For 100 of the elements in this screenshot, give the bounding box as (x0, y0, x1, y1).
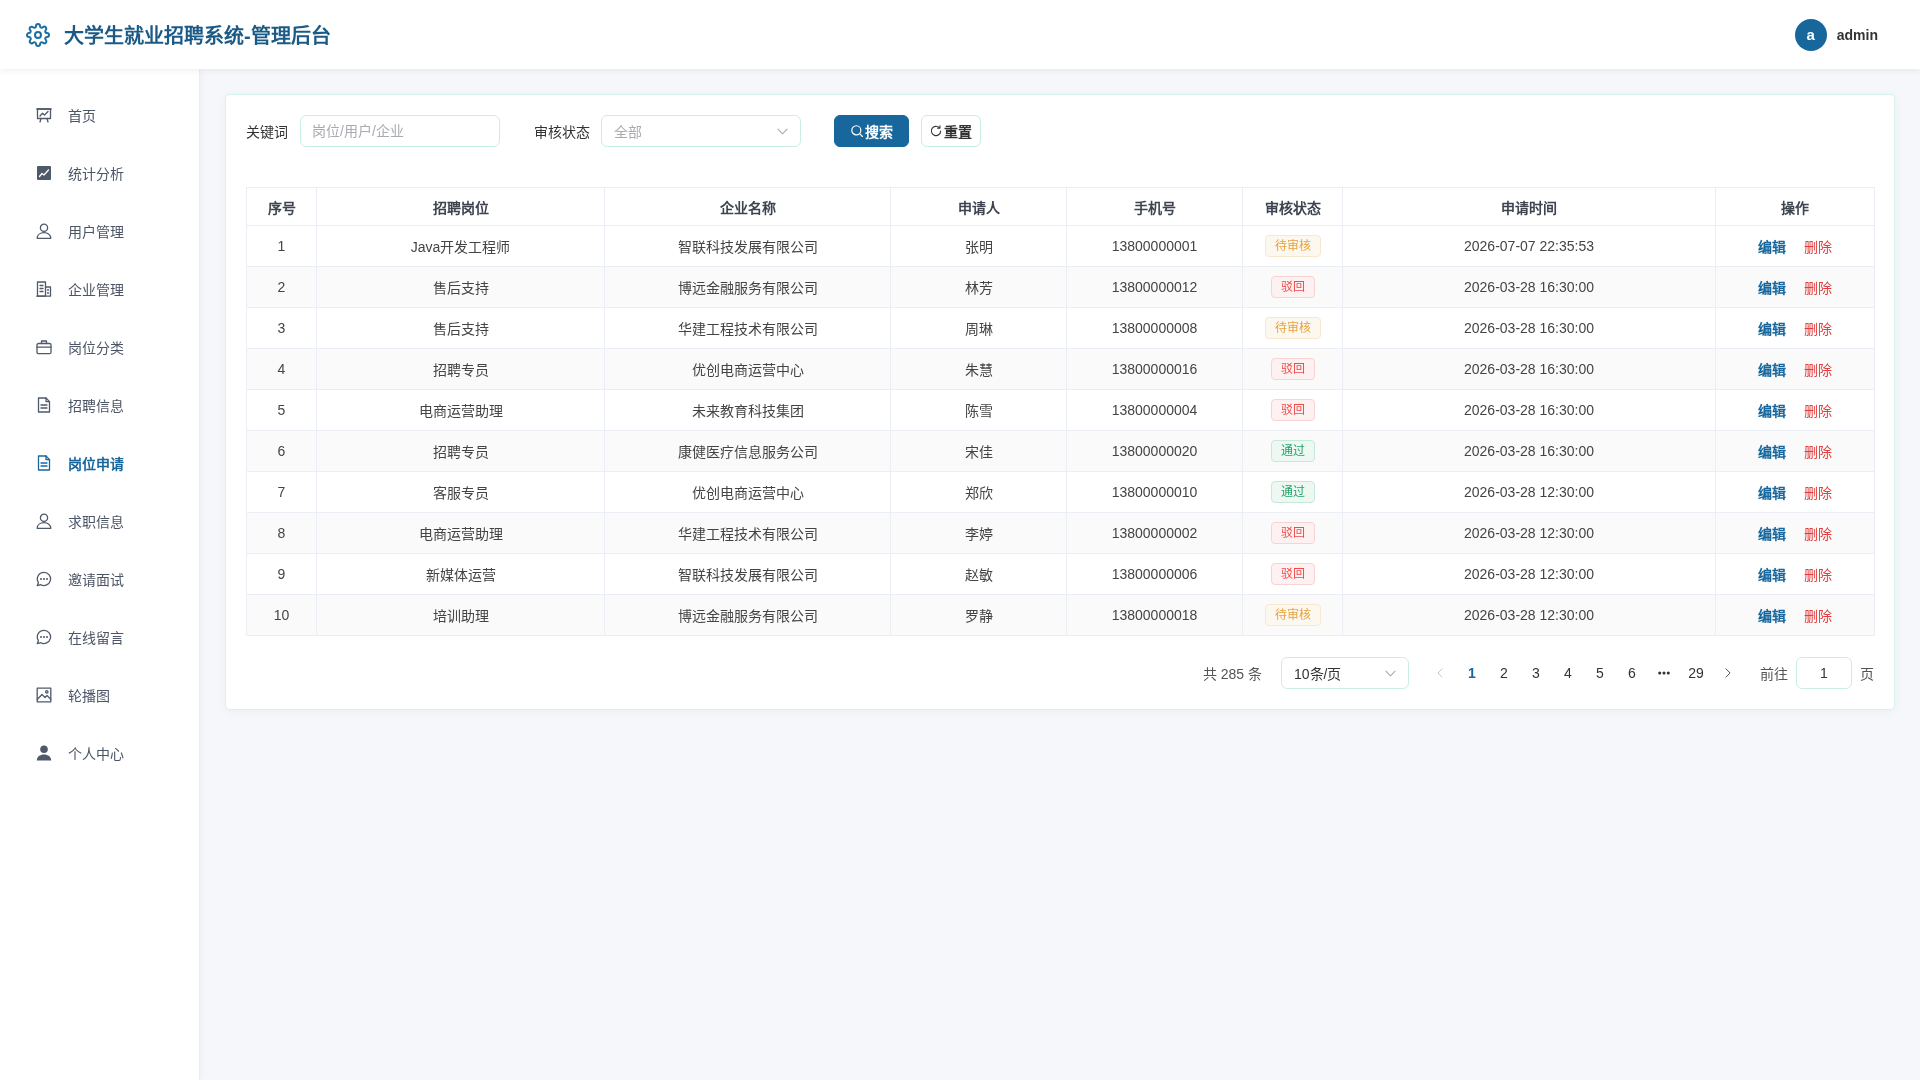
table-cell: 招聘专员 (316, 430, 605, 472)
table-cell: 2026-07-07 22:35:53 (1342, 225, 1716, 267)
edit-link[interactable]: 编辑 (1758, 564, 1786, 584)
sidebar-item[interactable]: 招聘信息 (0, 376, 199, 434)
table-cell: 13800000002 (1066, 512, 1243, 554)
table-cell: 新媒体运营 (316, 553, 605, 595)
sidebar-item[interactable]: 在线留言 (0, 608, 199, 666)
sidebar-item[interactable]: 统计分析 (0, 144, 199, 202)
table-cell: 8 (246, 512, 317, 554)
table-cell: Java开发工程师 (316, 225, 605, 267)
page-button[interactable]: 6 (1616, 657, 1648, 689)
table-cell: 5 (246, 389, 317, 431)
delete-link[interactable]: 删除 (1804, 564, 1832, 584)
delete-link[interactable]: 删除 (1804, 236, 1832, 256)
search-button[interactable]: 搜索 (834, 115, 909, 147)
delete-link[interactable]: 删除 (1804, 400, 1832, 420)
user-avatar[interactable]: a (1794, 18, 1827, 51)
delete-link[interactable]: 删除 (1804, 441, 1832, 461)
status-tag: 通过 (1270, 481, 1315, 503)
sidebar-item[interactable]: 企业管理 (0, 260, 199, 318)
sidebar-item[interactable]: 邀请面试 (0, 550, 199, 608)
delete-link[interactable]: 删除 (1804, 523, 1832, 543)
username[interactable]: admin (1836, 26, 1878, 43)
table-cell: 罗静 (890, 594, 1067, 636)
line-chart-icon (36, 165, 52, 181)
table-cell: 康健医疗信息服务公司 (604, 430, 891, 472)
status-tag: 待审核 (1264, 235, 1321, 257)
page-button[interactable]: 4 (1552, 657, 1584, 689)
column-header: 申请时间 (1342, 187, 1716, 226)
sidebar-item[interactable]: 岗位分类 (0, 318, 199, 376)
table-cell: 售后支持 (316, 266, 605, 308)
sidebar-item[interactable]: 轮播图 (0, 666, 199, 724)
table-cell: 郑欣 (890, 471, 1067, 513)
table-cell: 13800000016 (1066, 348, 1243, 390)
edit-link[interactable]: 编辑 (1758, 482, 1786, 502)
status-tag: 驳回 (1270, 276, 1315, 298)
edit-link[interactable]: 编辑 (1758, 318, 1786, 338)
delete-link[interactable]: 删除 (1804, 359, 1832, 379)
table-cell: 林芳 (890, 266, 1067, 308)
page-button[interactable]: 3 (1520, 657, 1552, 689)
delete-link[interactable]: 删除 (1804, 482, 1832, 502)
table-cell: 华建工程技术有限公司 (604, 512, 891, 554)
column-header: 操作 (1715, 187, 1875, 226)
reset-button[interactable]: 重置 (921, 115, 981, 147)
ellipsis-icon[interactable] (1658, 671, 1670, 675)
table-cell: 1 (246, 225, 317, 267)
sidebar-item[interactable]: 个人中心 (0, 724, 199, 782)
column-header: 招聘岗位 (316, 187, 605, 226)
refresh-icon (930, 125, 942, 137)
page-button[interactable]: 2 (1488, 657, 1520, 689)
edit-link[interactable]: 编辑 (1758, 441, 1786, 461)
table-cell: 电商运营助理 (316, 512, 605, 554)
page-jump-input[interactable]: 1 (1796, 657, 1852, 689)
table-cell: 13800000001 (1066, 225, 1243, 267)
table-cell: 未来教育科技集团 (604, 389, 891, 431)
chat-icon (36, 571, 52, 587)
caret-icon (1385, 669, 1396, 677)
delete-link[interactable]: 删除 (1804, 277, 1832, 297)
delete-link[interactable]: 删除 (1804, 318, 1832, 338)
table-cell: 13800000006 (1066, 553, 1243, 595)
delete-link[interactable]: 删除 (1804, 605, 1832, 625)
sidebar-item[interactable]: 求职信息 (0, 492, 199, 550)
table-cell: 2026-03-28 12:30:00 (1342, 553, 1716, 595)
status-tag: 驳回 (1270, 522, 1315, 544)
sidebar-item[interactable]: 首页 (0, 86, 199, 144)
edit-link[interactable]: 编辑 (1758, 359, 1786, 379)
edit-link[interactable]: 编辑 (1758, 236, 1786, 256)
table-cell: 招聘专员 (316, 348, 605, 390)
document-icon (36, 455, 52, 471)
sidebar-item[interactable]: 用户管理 (0, 202, 199, 260)
keyword-input[interactable]: 岗位/用户/企业 (300, 115, 500, 147)
table-cell: 2026-03-28 12:30:00 (1342, 512, 1716, 554)
edit-link[interactable]: 编辑 (1758, 605, 1786, 625)
user-icon (36, 745, 52, 761)
table-cell: 博远金融服务有限公司 (604, 594, 891, 636)
page-button[interactable]: 29 (1680, 657, 1712, 689)
table-cell: 6 (246, 430, 317, 472)
table-cell: 9 (246, 553, 317, 595)
briefcase-icon (36, 339, 52, 355)
table-cell: 3 (246, 307, 317, 349)
edit-link[interactable]: 编辑 (1758, 523, 1786, 543)
table-cell: 13800000004 (1066, 389, 1243, 431)
table-cell: 2026-03-28 16:30:00 (1342, 430, 1716, 472)
status-tag: 驳回 (1270, 399, 1315, 421)
status-tag: 驳回 (1270, 358, 1315, 380)
sidebar-item[interactable]: 岗位申请 (0, 434, 199, 492)
table-cell: 10 (246, 594, 317, 636)
edit-link[interactable]: 编辑 (1758, 400, 1786, 420)
caret-icon (777, 127, 788, 135)
settings-icon (26, 22, 50, 47)
user-icon (36, 513, 52, 529)
page-button[interactable]: 1 (1456, 657, 1488, 689)
chevron-right-icon (1725, 668, 1731, 678)
table-cell: 朱慧 (890, 348, 1067, 390)
edit-link[interactable]: 编辑 (1758, 277, 1786, 297)
page-size-select[interactable]: 10条/页 (1281, 657, 1409, 689)
page-button[interactable]: 5 (1584, 657, 1616, 689)
table-cell: 2026-03-28 16:30:00 (1342, 266, 1716, 308)
column-header: 序号 (246, 187, 317, 226)
table-cell: 李婷 (890, 512, 1067, 554)
